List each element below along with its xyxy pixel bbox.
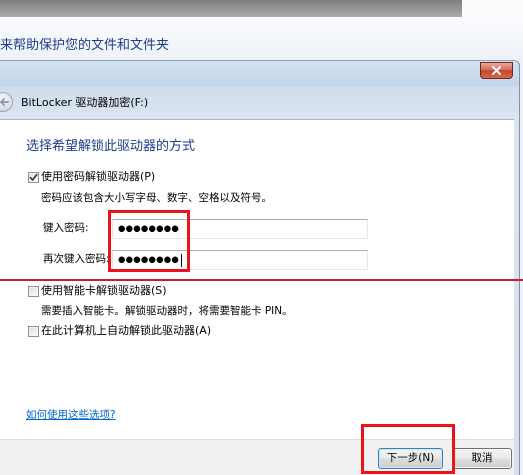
back-button[interactable] [0, 92, 13, 112]
smartcard-unlock-checkbox[interactable] [28, 286, 39, 297]
password-requirements-text: 密码应该包含大小写字母、数字、空格以及符号。 [41, 192, 272, 204]
background-title-bar-edge [462, 0, 523, 17]
back-arrow-icon [0, 98, 9, 106]
smartcard-requirements-text: 需要插入智能卡。解锁驱动器时，将需要智能卡 PIN。 [41, 305, 293, 317]
smartcard-unlock-label[interactable]: 使用智能卡解锁驱动器(S) [41, 284, 167, 298]
password-field-label: 键入密码: [43, 222, 89, 234]
close-icon [492, 66, 501, 75]
auto-unlock-label[interactable]: 在此计算机上自动解锁此驱动器(A) [41, 324, 211, 338]
auto-unlock-checkbox[interactable] [28, 326, 39, 337]
close-button[interactable] [480, 62, 513, 79]
wizard-content: 选择希望解锁此驱动器的方式 使用密码解锁驱动器(P) 密码应该包含大小写字母、数… [0, 119, 514, 475]
cancel-button[interactable]: 取消 [452, 448, 512, 469]
background-title-bar [0, 0, 462, 17]
checkmark-icon [29, 173, 38, 181]
help-link[interactable]: 如何使用这些选项? [26, 409, 116, 422]
password-unlock-label[interactable]: 使用密码解锁驱动器(P) [41, 170, 155, 184]
confirm-password-field-label: 再次键入密码: [43, 253, 110, 265]
page-title: 选择希望解锁此驱动器的方式 [26, 139, 196, 154]
highlight-box-password-fields [108, 210, 190, 272]
password-unlock-checkbox[interactable] [28, 172, 39, 183]
bitlocker-dialog: BitLocker 驱动器加密(F:) 选择希望解锁此驱动器的方式 使用密码解锁… [0, 60, 520, 475]
highlight-box-next-button [361, 424, 455, 474]
background-instruction-text: 来帮助保护您的文件和文件夹 [0, 38, 170, 53]
highlight-divider-line [0, 279, 523, 281]
wizard-nav-title: BitLocker 驱动器加密(F:) [21, 96, 149, 109]
background-window: 来帮助保护您的文件和文件夹 [0, 0, 523, 60]
